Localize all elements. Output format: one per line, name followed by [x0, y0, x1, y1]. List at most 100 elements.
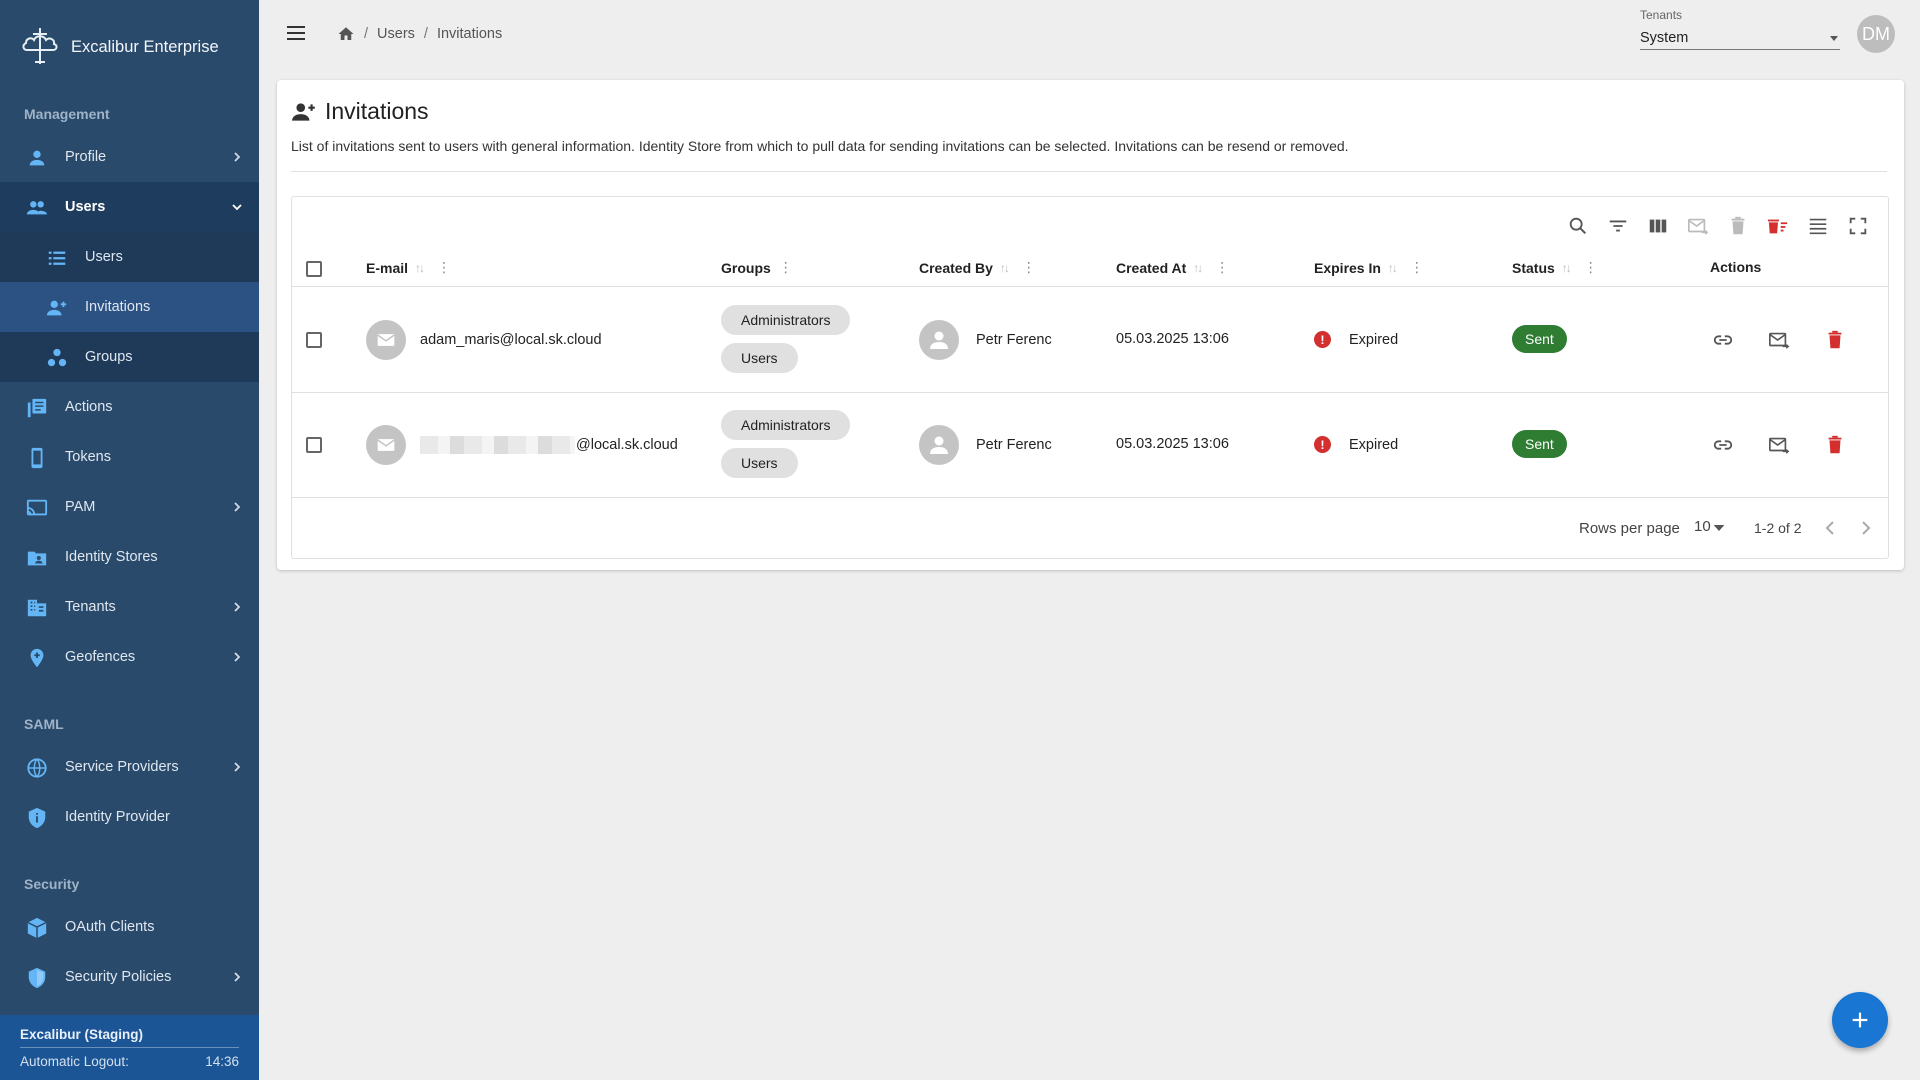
sidebar-item-pam[interactable]: PAM [0, 482, 259, 532]
group-chip[interactable]: Users [721, 343, 798, 373]
column-label: Groups [721, 259, 771, 276]
sidebar-item-identity-stores[interactable]: Identity Stores [0, 532, 259, 582]
breadcrumb-users[interactable]: Users [377, 26, 415, 42]
copy-link-button[interactable] [1708, 430, 1738, 460]
sidebar-item-label: OAuth Clients [65, 919, 155, 935]
column-menu-icon[interactable]: ⋮ [1584, 259, 1598, 276]
view-column-icon [1649, 219, 1667, 233]
rows-per-page-value: 10 [1694, 518, 1711, 535]
status-badge: Sent [1512, 325, 1567, 353]
sidebar-item-tenants[interactable]: Tenants [0, 582, 259, 632]
groups-cell: Administrators Users [721, 410, 851, 478]
group-chip[interactable]: Administrators [721, 305, 851, 335]
sidebar-item-profile[interactable]: Profile [0, 132, 259, 182]
breadcrumb: / Users / Invitations [337, 25, 502, 43]
search-button[interactable] [1558, 211, 1598, 241]
sort-icon[interactable]: ↑↓ [1193, 261, 1203, 275]
expires-in-value: Expired [1349, 436, 1399, 453]
column-groups[interactable]: Groups ⋮ [721, 259, 793, 276]
plus-icon [1852, 1012, 1868, 1028]
sidebar-item-users[interactable]: Users [0, 182, 259, 232]
column-menu-icon[interactable]: ⋮ [437, 259, 451, 276]
density-button[interactable] [1798, 211, 1838, 241]
column-expires-in[interactable]: Expires In ↑↓ ⋮ [1314, 259, 1424, 276]
column-created-by[interactable]: Created By ↑↓ ⋮ [919, 259, 1036, 276]
email-value: adam_maris@local.sk.cloud [420, 332, 602, 348]
row-checkbox[interactable] [306, 437, 322, 453]
sidebar-item-invitations[interactable]: Invitations [0, 282, 259, 332]
column-label: Expires In [1314, 259, 1381, 276]
avatar[interactable]: DM [1857, 15, 1895, 53]
sidebar-item-label: Service Providers [65, 759, 179, 775]
forward-mail-icon [1769, 437, 1790, 454]
menu-icon[interactable] [284, 21, 308, 45]
column-menu-icon[interactable]: ⋮ [1215, 259, 1229, 276]
link-icon [1713, 335, 1733, 345]
copy-link-button[interactable] [1708, 325, 1738, 355]
delete-button[interactable] [1820, 430, 1850, 460]
status-badge: Sent [1512, 430, 1567, 458]
breadcrumb-invitations: Invitations [436, 26, 503, 42]
tenant-select[interactable]: System [1640, 26, 1840, 50]
mail-avatar [366, 425, 406, 465]
home-icon[interactable] [337, 25, 355, 43]
resend-button[interactable] [1764, 325, 1794, 355]
sidebar-item-service-providers[interactable]: Service Providers [0, 742, 259, 792]
sidebar-item-users-list[interactable]: Users [0, 232, 259, 282]
column-status[interactable]: Status ↑↓ ⋮ [1512, 259, 1598, 276]
column-email[interactable]: E-mail ↑↓ ⋮ [366, 259, 451, 276]
sidebar-item-geofences[interactable]: Geofences [0, 632, 259, 682]
table-toolbar [1558, 211, 1878, 241]
tenant-label: Tenants [1640, 8, 1683, 22]
rows-per-page-select[interactable]: 10 [1694, 518, 1727, 535]
link-icon [1713, 440, 1733, 450]
delete-selected-button[interactable] [1718, 211, 1758, 241]
sidebar-item-label: Groups [85, 349, 133, 365]
sidebar-item-security-policies[interactable]: Security Policies [0, 952, 259, 1002]
sidebar-footer: Excalibur (Staging) Automatic Logout: 14… [0, 1015, 259, 1080]
sidebar-item-identity-provider[interactable]: Identity Provider [0, 792, 259, 842]
chevron-right-icon [234, 502, 241, 512]
app-logo[interactable]: Excalibur Enterprise [19, 26, 219, 68]
cast-icon [26, 499, 48, 516]
column-actions: Actions [1710, 259, 1761, 275]
delete-button[interactable] [1820, 325, 1850, 355]
chevron-right-icon[interactable] [1854, 516, 1878, 540]
created-by-cell: Petr Ferenc [919, 425, 1052, 465]
arrow-drop-down-icon [1830, 35, 1838, 41]
fullscreen-button[interactable] [1838, 211, 1878, 241]
tenant-selector[interactable]: Tenants System [1640, 8, 1840, 50]
app-title: Excalibur Enterprise [71, 37, 219, 56]
row-checkbox[interactable] [306, 332, 322, 348]
sidebar-item-label: Users [65, 199, 106, 215]
sidebar-item-groups[interactable]: Groups [0, 332, 259, 382]
select-all-checkbox[interactable] [306, 261, 322, 277]
forward-mail-icon [1769, 332, 1790, 349]
trash-icon [1828, 330, 1842, 349]
resend-selected-button[interactable] [1678, 211, 1718, 241]
column-menu-icon[interactable]: ⋮ [779, 259, 793, 276]
delete-sweep-icon [1767, 219, 1788, 234]
pagination-range: 1-2 of 2 [1754, 520, 1802, 536]
group-chip[interactable]: Users [721, 448, 798, 478]
add-invitation-button[interactable] [1832, 992, 1888, 1048]
created-by-value: Petr Ferenc [976, 437, 1052, 453]
sort-icon[interactable]: ↑↓ [1562, 261, 1572, 275]
column-created-at[interactable]: Created At ↑↓ ⋮ [1116, 259, 1229, 276]
chevron-left-icon[interactable] [1818, 516, 1842, 540]
sidebar-item-oauth-clients[interactable]: OAuth Clients [0, 902, 259, 952]
sidebar-item-actions[interactable]: Actions [0, 382, 259, 432]
column-menu-icon[interactable]: ⋮ [1022, 259, 1036, 276]
box-icon [27, 917, 47, 939]
resend-button[interactable] [1764, 430, 1794, 460]
delete-all-button[interactable] [1758, 211, 1798, 241]
filter-button[interactable] [1598, 211, 1638, 241]
sort-icon[interactable]: ↑↓ [415, 261, 425, 275]
group-chip[interactable]: Administrators [721, 410, 851, 440]
column-menu-icon[interactable]: ⋮ [1410, 259, 1424, 276]
library-books-icon [27, 398, 47, 418]
sort-icon[interactable]: ↑↓ [1000, 261, 1010, 275]
sort-icon[interactable]: ↑↓ [1388, 261, 1398, 275]
sidebar-item-tokens[interactable]: Tokens [0, 432, 259, 482]
columns-button[interactable] [1638, 211, 1678, 241]
